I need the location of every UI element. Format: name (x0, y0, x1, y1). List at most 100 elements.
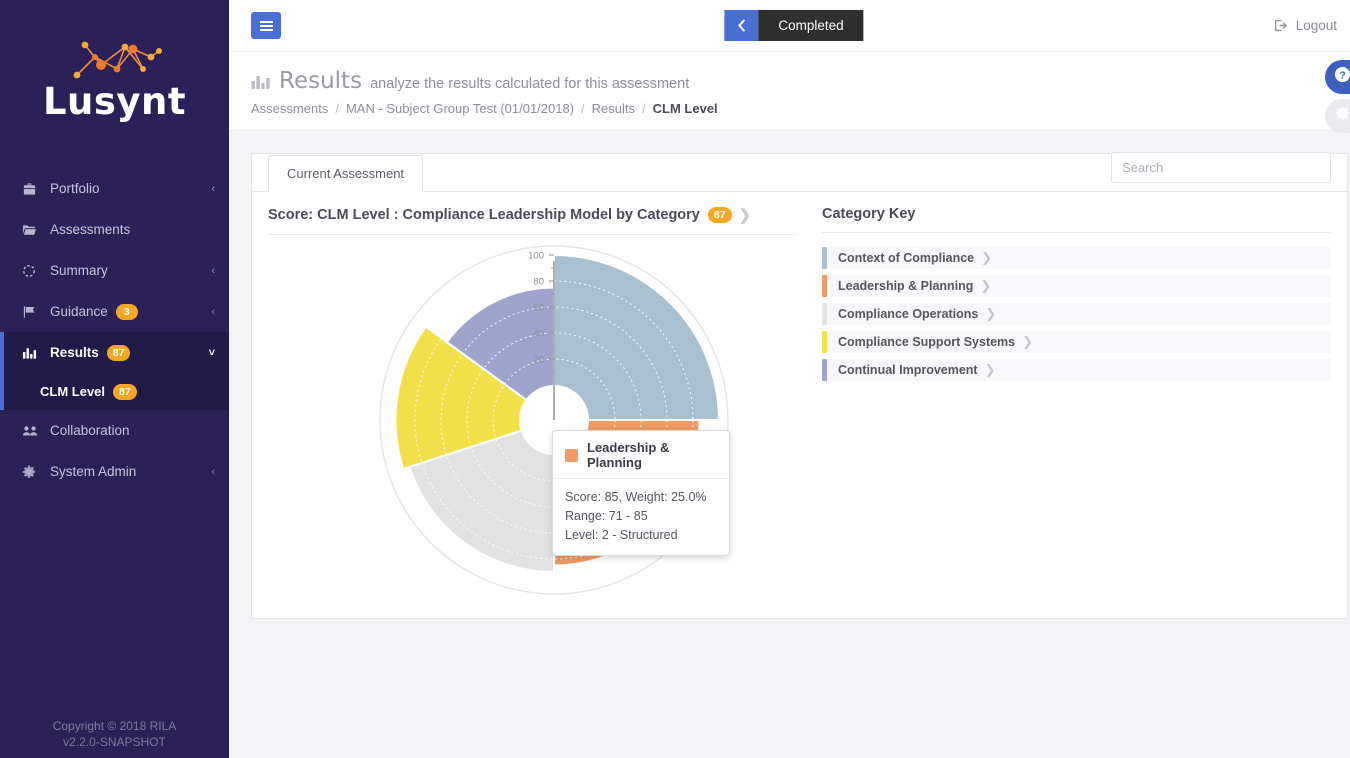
chart-axis-tick-label: 40 (533, 329, 544, 340)
chevron-left-icon: ‹ (211, 182, 215, 195)
category-key-item[interactable]: Compliance Support Systems ❯ (822, 331, 1331, 353)
chart-axis-tick-label: 80 (533, 277, 544, 288)
folder-open-icon (22, 223, 40, 237)
sidebar: Lusynt Portfolio ‹ Assessments Summary ‹… (0, 0, 229, 758)
sidebar-item-clm-level[interactable]: CLM Level 87 (0, 373, 229, 410)
category-key-item[interactable]: Compliance Operations ❯ (822, 303, 1331, 325)
sidebar-footer: Copyright © 2018 RILA v2.2.0-SNAPSHOT (0, 718, 229, 750)
chevron-right-icon[interactable]: ❯ (985, 362, 996, 378)
category-key-item[interactable]: Context of Compliance ❯ (822, 247, 1331, 269)
category-key-label: Compliance Support Systems (838, 335, 1016, 349)
sidebar-item-label: Guidance (50, 304, 108, 319)
chart-section-title: Score: CLM Level : Compliance Leadership… (268, 206, 798, 235)
panel-body: Score: CLM Level : Compliance Leadership… (252, 192, 1347, 615)
breadcrumb-separator: / (581, 101, 585, 116)
breadcrumb-item-assessments[interactable]: Assessments (251, 101, 328, 116)
sidebar-item-portfolio[interactable]: Portfolio ‹ (0, 168, 229, 209)
search-input[interactable] (1111, 152, 1331, 183)
chart-axis-tick-label: 20 (533, 355, 544, 366)
breadcrumb-item-results[interactable]: Results (592, 101, 635, 116)
tab-label: Current Assessment (287, 166, 405, 181)
sidebar-badge-results: 87 (106, 344, 131, 361)
bar-chart-icon (251, 73, 270, 96)
search-container (1111, 152, 1331, 183)
sidebar-item-summary[interactable]: Summary ‹ (0, 250, 229, 291)
results-panel: Current Assessment Score: CLM Level : Co… (251, 152, 1348, 619)
content-area: Current Assessment Score: CLM Level : Co… (229, 131, 1350, 619)
chart-title-label: Score: CLM Level : Compliance Leadership… (268, 207, 700, 223)
chart-title-badge: 87 (707, 207, 732, 223)
app-root: Lusynt Portfolio ‹ Assessments Summary ‹… (0, 0, 1350, 758)
category-color-swatch (822, 359, 827, 381)
sidebar-subnav: CLM Level 87 (0, 373, 229, 410)
category-key-item[interactable]: Leadership & Planning ❯ (822, 275, 1331, 297)
chevron-left-icon: ‹ (211, 305, 215, 318)
brand-name: Lusynt (42, 79, 187, 123)
chevron-right-icon[interactable]: ❯ (981, 250, 992, 266)
category-key-title: Category Key (822, 206, 1331, 233)
sidebar-item-label: Portfolio (50, 181, 100, 196)
polar-rose-chart[interactable]: 20 40 60 80 100 (268, 235, 798, 615)
sidebar-item-assessments[interactable]: Assessments (0, 209, 229, 250)
sidebar-item-collaboration[interactable]: Collaboration (0, 410, 229, 451)
sidebar-nav: Portfolio ‹ Assessments Summary ‹ Guidan… (0, 168, 229, 492)
sidebar-item-label: Results (50, 345, 99, 360)
sidebar-item-guidance[interactable]: Guidance 3 ‹ (0, 291, 229, 332)
breadcrumb: Assessments / MAN - Subject Group Test (… (251, 101, 1337, 116)
users-icon (22, 424, 40, 438)
polar-rose-chart-svg[interactable]: 20 40 60 80 100 (283, 235, 783, 615)
chevron-right-icon[interactable]: ❯ (739, 206, 752, 224)
breadcrumb-separator: / (642, 101, 646, 116)
logout-icon (1274, 19, 1289, 32)
status-badge: Completed (758, 10, 864, 41)
chart-slice[interactable] (553, 253, 721, 421)
sidebar-item-label: Summary (50, 263, 108, 278)
sidebar-badge-clm-level: 87 (113, 383, 137, 400)
category-color-swatch (822, 331, 827, 353)
circle-dashed-icon (22, 264, 40, 278)
chart-axis-tick-label: 100 (528, 251, 544, 262)
logout-button[interactable]: Logout (1274, 18, 1337, 33)
breadcrumb-item-subject-group[interactable]: MAN - Subject Group Test (01/01/2018) (346, 101, 574, 116)
topbar-center-group: chevron-left-icon Completed (724, 10, 864, 41)
chevron-left-icon: ‹ (211, 264, 215, 277)
back-button[interactable]: chevron-left-icon (724, 10, 759, 41)
svg-text:?: ? (1339, 70, 1345, 81)
chevron-left-icon: ‹ (211, 465, 215, 478)
tooltip-color-swatch (565, 448, 578, 462)
category-color-swatch (822, 247, 827, 269)
chart-tooltip: Leadership & Planning Score: 85, Weight:… (552, 430, 730, 557)
sidebar-item-label: System Admin (50, 464, 137, 479)
category-key-column: Category Key Context of Compliance ❯ Leade… (798, 206, 1331, 615)
tooltip-body: Score: 85, Weight: 25.0% Range: 71 - 85 … (553, 479, 729, 555)
tooltip-score-weight: Score: 85, Weight: 25.0% (565, 490, 707, 504)
category-key-label: Continual Improvement (838, 363, 978, 377)
help-circle-icon: ? (1334, 66, 1350, 88)
sidebar-item-results[interactable]: Results 87 ˅ (0, 332, 229, 373)
chart-column: Score: CLM Level : Compliance Leadership… (268, 206, 798, 615)
category-key-list: Context of Compliance ❯ Leadership & Plann… (822, 247, 1331, 381)
tab-current-assessment[interactable]: Current Assessment (268, 155, 424, 192)
bar-chart-icon (22, 346, 40, 360)
chevron-right-icon[interactable]: ❯ (980, 278, 991, 294)
chevron-right-icon[interactable]: ❯ (1022, 334, 1033, 350)
gear-icon (22, 465, 40, 479)
sidebar-item-label: Collaboration (50, 423, 130, 438)
brand[interactable]: Lusynt (0, 0, 229, 148)
tooltip-title: Leadership & Planning (587, 440, 670, 470)
category-key-label: Compliance Operations (838, 307, 979, 321)
topbar: chevron-left-icon Completed Logout (229, 0, 1350, 52)
sidebar-subitem-label: CLM Level (40, 384, 106, 399)
flag-icon (22, 305, 40, 319)
tooltip-header: Leadership & Planning (553, 431, 729, 479)
version-text: v2.2.0-SNAPSHOT (63, 734, 166, 749)
briefcase-icon (22, 182, 40, 196)
chevron-right-icon[interactable]: ❯ (985, 306, 996, 322)
tab-bar: Current Assessment (252, 152, 1347, 192)
breadcrumb-separator: / (335, 101, 339, 116)
sidebar-item-system-admin[interactable]: System Admin ‹ (0, 451, 229, 492)
category-key-label: Leadership & Planning (838, 279, 974, 293)
category-key-item[interactable]: Continual Improvement ❯ (822, 359, 1331, 381)
page-title-row: Results analyze the results calculated f… (251, 68, 1337, 94)
hamburger-icon[interactable] (251, 12, 281, 39)
